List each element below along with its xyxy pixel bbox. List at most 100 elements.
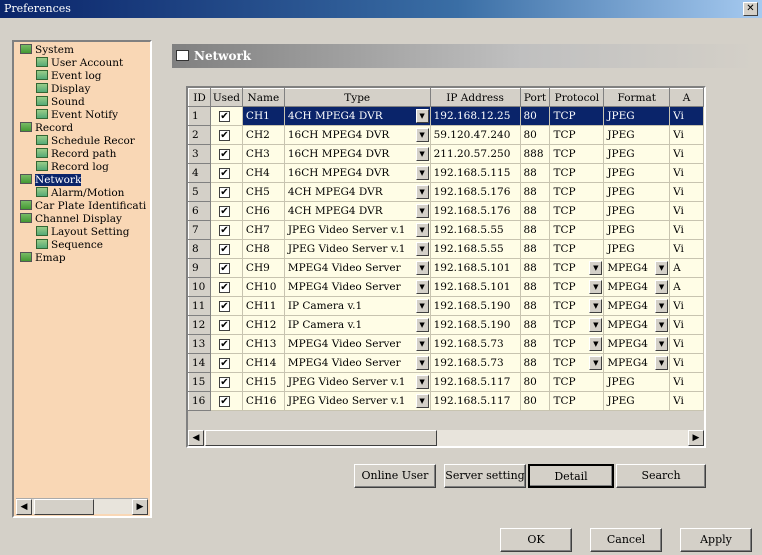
port-cell[interactable]: 80 [519, 391, 551, 411]
dropdown-arrow-icon[interactable]: ▼ [655, 337, 669, 351]
table-row[interactable]: 5 ✔ CH5 4CH MPEG4 DVR ▼ 192.168.5.176 88 TCP JPE… [188, 182, 704, 202]
table-row[interactable]: 13 ✔ CH13 MPEG4 Video Server ▼ 192.168.5.73 88… [188, 334, 704, 354]
type-cell[interactable]: 4CH MPEG4 DVR ▼ [283, 182, 431, 202]
port-cell[interactable]: 88 [519, 201, 551, 221]
used-checkbox[interactable]: ✔ [218, 358, 230, 369]
format-cell[interactable]: MPEG4 ▼ [603, 334, 671, 354]
name-cell[interactable]: CH8 [241, 239, 285, 259]
format-cell[interactable]: JPEG [603, 220, 671, 240]
extra-cell[interactable]: Vi [669, 106, 704, 126]
close-icon[interactable]: ✕ [743, 2, 758, 16]
table-row[interactable]: 7 ✔ CH7 JPEG Video Server v.1 ▼ 192.168.5.55 8… [188, 220, 704, 240]
type-cell[interactable]: JPEG Video Server v.1 ▼ [283, 391, 431, 411]
tree-item[interactable]: Event log [16, 70, 148, 83]
ip-cell[interactable]: 192.168.5.176 [429, 201, 521, 221]
table-row[interactable]: 12 ✔ CH12 IP Camera v.1 ▼ 192.168.5.190 88 TCP ▼… [188, 315, 704, 335]
dropdown-arrow-icon[interactable]: ▼ [589, 356, 603, 370]
port-cell[interactable]: 88 [519, 353, 551, 373]
tree-item[interactable]: Sequence [16, 239, 148, 252]
extra-cell[interactable]: Vi [669, 315, 704, 335]
name-cell[interactable]: CH15 [241, 372, 285, 392]
apply-button[interactable]: Apply [680, 528, 752, 552]
grid-scroll-left-icon[interactable]: ◀ [188, 430, 204, 446]
used-cell[interactable]: ✔ [209, 372, 243, 392]
name-cell[interactable]: CH1 [241, 106, 285, 126]
port-cell[interactable]: 88 [519, 182, 551, 202]
protocol-cell[interactable]: TCP [549, 106, 605, 126]
used-cell[interactable]: ✔ [209, 315, 243, 335]
used-cell[interactable]: ✔ [209, 106, 243, 126]
port-cell[interactable]: 88 [519, 334, 551, 354]
name-cell[interactable]: CH9 [241, 258, 285, 278]
column-header[interactable]: IP Address [429, 88, 521, 107]
ip-cell[interactable]: 192.168.5.115 [429, 163, 521, 183]
dropdown-arrow-icon[interactable]: ▼ [415, 166, 429, 180]
port-cell[interactable]: 88 [519, 277, 551, 297]
used-checkbox[interactable]: ✔ [218, 111, 230, 122]
extra-cell[interactable]: A [669, 277, 704, 297]
used-checkbox[interactable]: ✔ [218, 225, 230, 236]
detail-button[interactable]: Detail [528, 464, 614, 488]
column-header[interactable]: Protocol [549, 88, 605, 107]
port-cell[interactable]: 88 [519, 239, 551, 259]
used-cell[interactable]: ✔ [209, 125, 243, 145]
table-row[interactable]: 8 ✔ CH8 JPEG Video Server v.1 ▼ 192.168.5.55 8… [188, 239, 704, 259]
dropdown-arrow-icon[interactable]: ▼ [655, 356, 669, 370]
column-header[interactable]: ID [188, 88, 211, 107]
protocol-cell[interactable]: TCP [549, 372, 605, 392]
ip-cell[interactable]: 192.168.5.117 [429, 391, 521, 411]
ip-cell[interactable]: 192.168.5.190 [429, 315, 521, 335]
protocol-cell[interactable]: TCP ▼ [549, 258, 605, 278]
table-row[interactable]: 11 ✔ CH11 IP Camera v.1 ▼ 192.168.5.190 88 TCP ▼… [188, 296, 704, 316]
table-row[interactable]: 3 ✔ CH3 16CH MPEG4 DVR ▼ 211.20.57.250 888 TCP J… [188, 144, 704, 164]
table-row[interactable]: 4 ✔ CH4 16CH MPEG4 DVR ▼ 192.168.5.115 88 TCP JP… [188, 163, 704, 183]
dropdown-arrow-icon[interactable]: ▼ [415, 128, 429, 142]
dropdown-arrow-icon[interactable]: ▼ [589, 299, 603, 313]
protocol-cell[interactable]: TCP [549, 220, 605, 240]
extra-cell[interactable]: Vi [669, 125, 704, 145]
format-cell[interactable]: JPEG [603, 163, 671, 183]
name-cell[interactable]: CH3 [241, 144, 285, 164]
ip-cell[interactable]: 59.120.47.240 [429, 125, 521, 145]
dropdown-arrow-icon[interactable]: ▼ [415, 109, 429, 123]
port-cell[interactable]: 80 [519, 125, 551, 145]
port-cell[interactable]: 88 [519, 220, 551, 240]
search-button[interactable]: Search [616, 464, 706, 488]
tree-item[interactable]: Event Notify [16, 109, 148, 122]
ip-cell[interactable]: 192.168.5.73 [429, 334, 521, 354]
extra-cell[interactable]: Vi [669, 334, 704, 354]
tree-item[interactable]: Display [16, 83, 148, 96]
name-cell[interactable]: CH13 [241, 334, 285, 354]
used-cell[interactable]: ✔ [209, 201, 243, 221]
used-checkbox[interactable]: ✔ [218, 396, 230, 407]
port-cell[interactable]: 88 [519, 163, 551, 183]
protocol-cell[interactable]: TCP [549, 163, 605, 183]
column-header[interactable]: Type [283, 88, 431, 107]
dropdown-arrow-icon[interactable]: ▼ [655, 299, 669, 313]
cancel-button[interactable]: Cancel [590, 528, 662, 552]
used-cell[interactable]: ✔ [209, 163, 243, 183]
format-cell[interactable]: MPEG4 ▼ [603, 258, 671, 278]
protocol-cell[interactable]: TCP ▼ [549, 353, 605, 373]
protocol-cell[interactable]: TCP [549, 125, 605, 145]
format-cell[interactable]: MPEG4 ▼ [603, 353, 671, 373]
name-cell[interactable]: CH4 [241, 163, 285, 183]
type-cell[interactable]: JPEG Video Server v.1 ▼ [283, 220, 431, 240]
format-cell[interactable]: JPEG [603, 182, 671, 202]
protocol-cell[interactable]: TCP [549, 391, 605, 411]
dropdown-arrow-icon[interactable]: ▼ [415, 261, 429, 275]
tree-item[interactable]: System [16, 44, 148, 57]
dropdown-arrow-icon[interactable]: ▼ [415, 394, 429, 408]
name-cell[interactable]: CH14 [241, 353, 285, 373]
grid-scroll-thumb[interactable] [205, 430, 437, 446]
ip-cell[interactable]: 192.168.5.101 [429, 258, 521, 278]
type-cell[interactable]: JPEG Video Server v.1 ▼ [283, 239, 431, 259]
format-cell[interactable]: JPEG [603, 144, 671, 164]
dropdown-arrow-icon[interactable]: ▼ [415, 280, 429, 294]
scroll-thumb[interactable] [34, 499, 94, 515]
table-row[interactable]: 10 ✔ CH10 MPEG4 Video Server ▼ 192.168.5.101 8… [188, 277, 704, 297]
format-cell[interactable]: MPEG4 ▼ [603, 277, 671, 297]
name-cell[interactable]: CH10 [241, 277, 285, 297]
used-cell[interactable]: ✔ [209, 277, 243, 297]
table-row[interactable]: 16 ✔ CH16 JPEG Video Server v.1 ▼ 192.168.5.1… [188, 391, 704, 411]
